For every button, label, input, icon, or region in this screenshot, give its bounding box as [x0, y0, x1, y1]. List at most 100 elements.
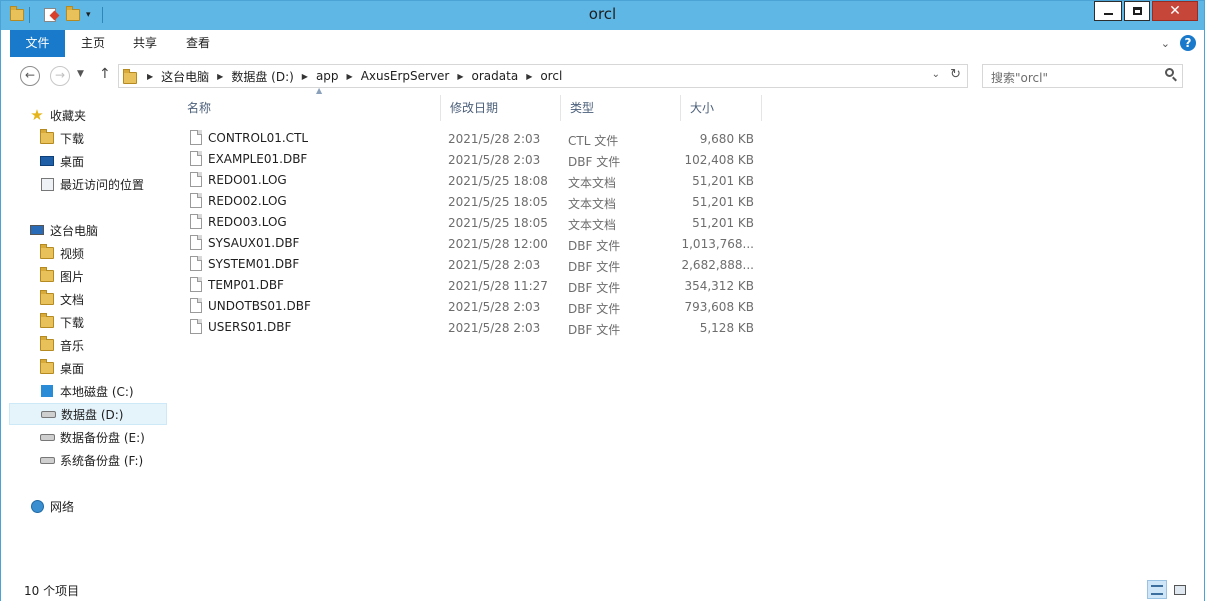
large-icons-view-button[interactable]: [1170, 580, 1190, 599]
refresh-icon[interactable]: ↻: [950, 67, 961, 82]
breadcrumb-separator[interactable]: ▶: [215, 72, 225, 81]
close-icon: ✕: [1169, 3, 1181, 19]
arrow-left-icon: ←: [24, 68, 36, 82]
minimize-button[interactable]: [1094, 1, 1122, 21]
breadcrumb-separator[interactable]: ▶: [455, 72, 465, 81]
drive-icon: [39, 452, 55, 468]
file-row[interactable]: REDO01.LOG 2021/5/25 18:08 文本文档 51,201 K…: [182, 170, 762, 191]
file-size: 51,201 KB: [692, 195, 754, 209]
close-button[interactable]: ✕: [1152, 1, 1198, 21]
recent-locations-dropdown[interactable]: ▼: [77, 69, 84, 79]
nav-label: 数据备份盘 (E:): [60, 430, 145, 445]
nav-favorites[interactable]: ★ 收藏夹: [29, 104, 187, 126]
file-icon: [190, 319, 202, 334]
nav-label: 最近访问的位置: [60, 177, 145, 192]
file-size: 1,013,768...: [681, 237, 754, 251]
column-header-size[interactable]: 大小: [681, 95, 762, 121]
drive-icon: [39, 429, 55, 445]
file-row[interactable]: SYSAUX01.DBF 2021/5/28 12:00 DBF 文件 1,01…: [182, 233, 762, 254]
file-name: TEMP01.DBF: [208, 277, 284, 292]
maximize-button[interactable]: [1124, 1, 1150, 21]
search-input[interactable]: 搜索"orcl": [991, 69, 1048, 86]
navigation-bar: ← → ▼ ↑ ▶ 这台电脑 ▶ 数据盘 (D:) ▶ app ▶ AxusEr…: [1, 57, 1204, 95]
nav-label: 网络: [50, 499, 75, 514]
breadcrumb-this-pc[interactable]: 这台电脑: [155, 68, 215, 85]
up-arrow-icon[interactable]: ↑: [99, 66, 111, 82]
forward-button[interactable]: →: [50, 66, 70, 86]
address-bar[interactable]: ▶ 这台电脑 ▶ 数据盘 (D:) ▶ app ▶ AxusErpServer …: [118, 64, 968, 88]
file-date: 2021/5/28 2:03: [448, 321, 541, 335]
file-list: ▲ 名称 修改日期 类型 大小 CONTROL01.CTL 2021/5/28 …: [170, 86, 1194, 579]
file-type: DBF 文件: [568, 323, 621, 337]
file-name: EXAMPLE01.DBF: [208, 151, 308, 166]
file-type: 文本文档: [568, 218, 617, 232]
breadcrumb-app[interactable]: app: [310, 69, 345, 83]
column-header-type[interactable]: 类型: [561, 95, 681, 121]
file-row[interactable]: USERS01.DBF 2021/5/28 2:03 DBF 文件 5,128 …: [182, 317, 762, 338]
column-header-date[interactable]: 修改日期: [441, 95, 561, 121]
back-button[interactable]: ←: [20, 66, 40, 86]
breadcrumb: ▶ 这台电脑 ▶ 数据盘 (D:) ▶ app ▶ AxusErpServer …: [123, 65, 568, 87]
tab-share[interactable]: 共享: [119, 30, 171, 57]
file-date: 2021/5/25 18:08: [448, 174, 548, 188]
ribbon-tabs: 文件 主页 共享 查看 ⌄ ?: [1, 30, 1204, 58]
column-header-name[interactable]: ▲ 名称: [178, 86, 441, 121]
file-row[interactable]: UNDOTBS01.DBF 2021/5/28 2:03 DBF 文件 793,…: [182, 296, 762, 317]
file-type: DBF 文件: [568, 239, 621, 253]
music-folder-icon: [39, 336, 55, 353]
videos-folder-icon: [39, 244, 55, 261]
details-view-button[interactable]: [1147, 580, 1167, 599]
file-size: 51,201 KB: [692, 216, 754, 230]
breadcrumb-oradata[interactable]: oradata: [466, 69, 525, 83]
file-row[interactable]: SYSTEM01.DBF 2021/5/28 2:03 DBF 文件 2,682…: [182, 254, 762, 275]
breadcrumb-drive-d[interactable]: 数据盘 (D:): [225, 68, 299, 85]
text-file-icon: [190, 193, 202, 208]
breadcrumb-orcl[interactable]: orcl: [534, 69, 568, 83]
tab-home[interactable]: 主页: [67, 30, 119, 57]
file-name: SYSAUX01.DBF: [208, 235, 300, 250]
nav-label: 这台电脑: [50, 223, 99, 238]
file-size: 51,201 KB: [692, 174, 754, 188]
tab-view[interactable]: 查看: [172, 30, 224, 57]
large-icons-view-icon: [1174, 584, 1186, 595]
file-type: DBF 文件: [568, 155, 621, 169]
breadcrumb-separator[interactable]: ▶: [345, 72, 355, 81]
nav-item-drive-d[interactable]: 数据盘 (D:): [9, 403, 167, 425]
nav-label: 桌面: [60, 154, 85, 169]
drive-icon: [40, 406, 56, 422]
tab-file[interactable]: 文件: [10, 30, 65, 57]
file-type: DBF 文件: [568, 260, 621, 274]
file-date: 2021/5/28 2:03: [448, 153, 541, 167]
file-size: 5,128 KB: [699, 321, 754, 335]
address-history-dropdown[interactable]: ⌄: [932, 69, 940, 80]
file-type: CTL 文件: [568, 134, 619, 148]
file-size: 9,680 KB: [699, 132, 754, 146]
search-box[interactable]: 搜索"orcl": [982, 64, 1183, 88]
breadcrumb-axuserpserver[interactable]: AxusErpServer: [355, 69, 456, 83]
file-size: 2,682,888...: [681, 258, 754, 272]
nav-label: 下载: [60, 315, 85, 330]
desktop-icon: [39, 153, 55, 169]
column-size-label: 大小: [690, 101, 715, 115]
file-row[interactable]: EXAMPLE01.DBF 2021/5/28 2:03 DBF 文件 102,…: [182, 149, 762, 170]
file-date: 2021/5/28 2:03: [448, 258, 541, 272]
file-row[interactable]: TEMP01.DBF 2021/5/28 11:27 DBF 文件 354,31…: [182, 275, 762, 296]
file-row[interactable]: REDO02.LOG 2021/5/25 18:05 文本文档 51,201 K…: [182, 191, 762, 212]
help-icon[interactable]: ?: [1180, 35, 1196, 51]
nav-network[interactable]: 网络: [29, 495, 187, 517]
file-row[interactable]: REDO03.LOG 2021/5/25 18:05 文本文档 51,201 K…: [182, 212, 762, 233]
nav-label: 本地磁盘 (C:): [60, 384, 134, 399]
file-size: 354,312 KB: [684, 279, 754, 293]
nav-this-pc[interactable]: 这台电脑: [29, 219, 187, 241]
search-icon-handle: [1172, 76, 1177, 82]
breadcrumb-separator[interactable]: ▶: [300, 72, 310, 81]
breadcrumb-separator[interactable]: ▶: [145, 72, 155, 81]
file-date: 2021/5/25 18:05: [448, 216, 548, 230]
nav-label: 系统备份盘 (F:): [60, 453, 144, 468]
minimize-icon: [1103, 13, 1113, 15]
navigation-pane: ★ 收藏夹 下载 桌面 最近访问的位置 这台电脑 视频 图片 文档 下载 音乐 …: [9, 95, 169, 579]
file-row[interactable]: CONTROL01.CTL 2021/5/28 2:03 CTL 文件 9,68…: [182, 128, 762, 149]
expand-ribbon-icon[interactable]: ⌄: [1161, 37, 1170, 50]
file-name: REDO02.LOG: [208, 193, 287, 208]
breadcrumb-separator[interactable]: ▶: [524, 72, 534, 81]
